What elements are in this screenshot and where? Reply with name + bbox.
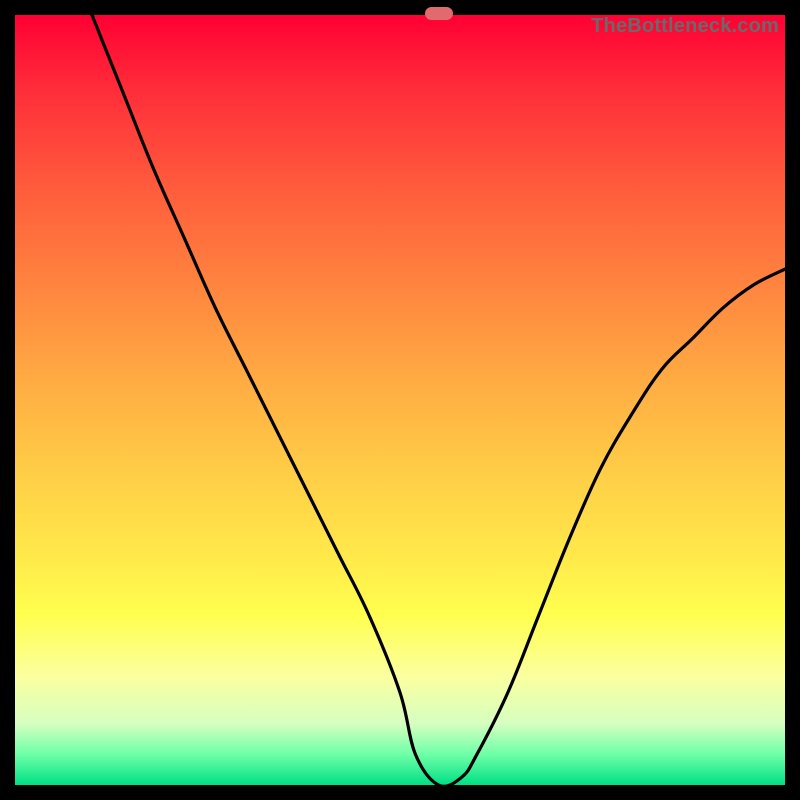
chart-frame: TheBottleneck.com: [0, 0, 800, 800]
optimal-marker: [425, 7, 453, 20]
plot-area: TheBottleneck.com: [15, 15, 785, 785]
bottleneck-curve: [15, 15, 785, 785]
curve-path: [92, 15, 785, 785]
